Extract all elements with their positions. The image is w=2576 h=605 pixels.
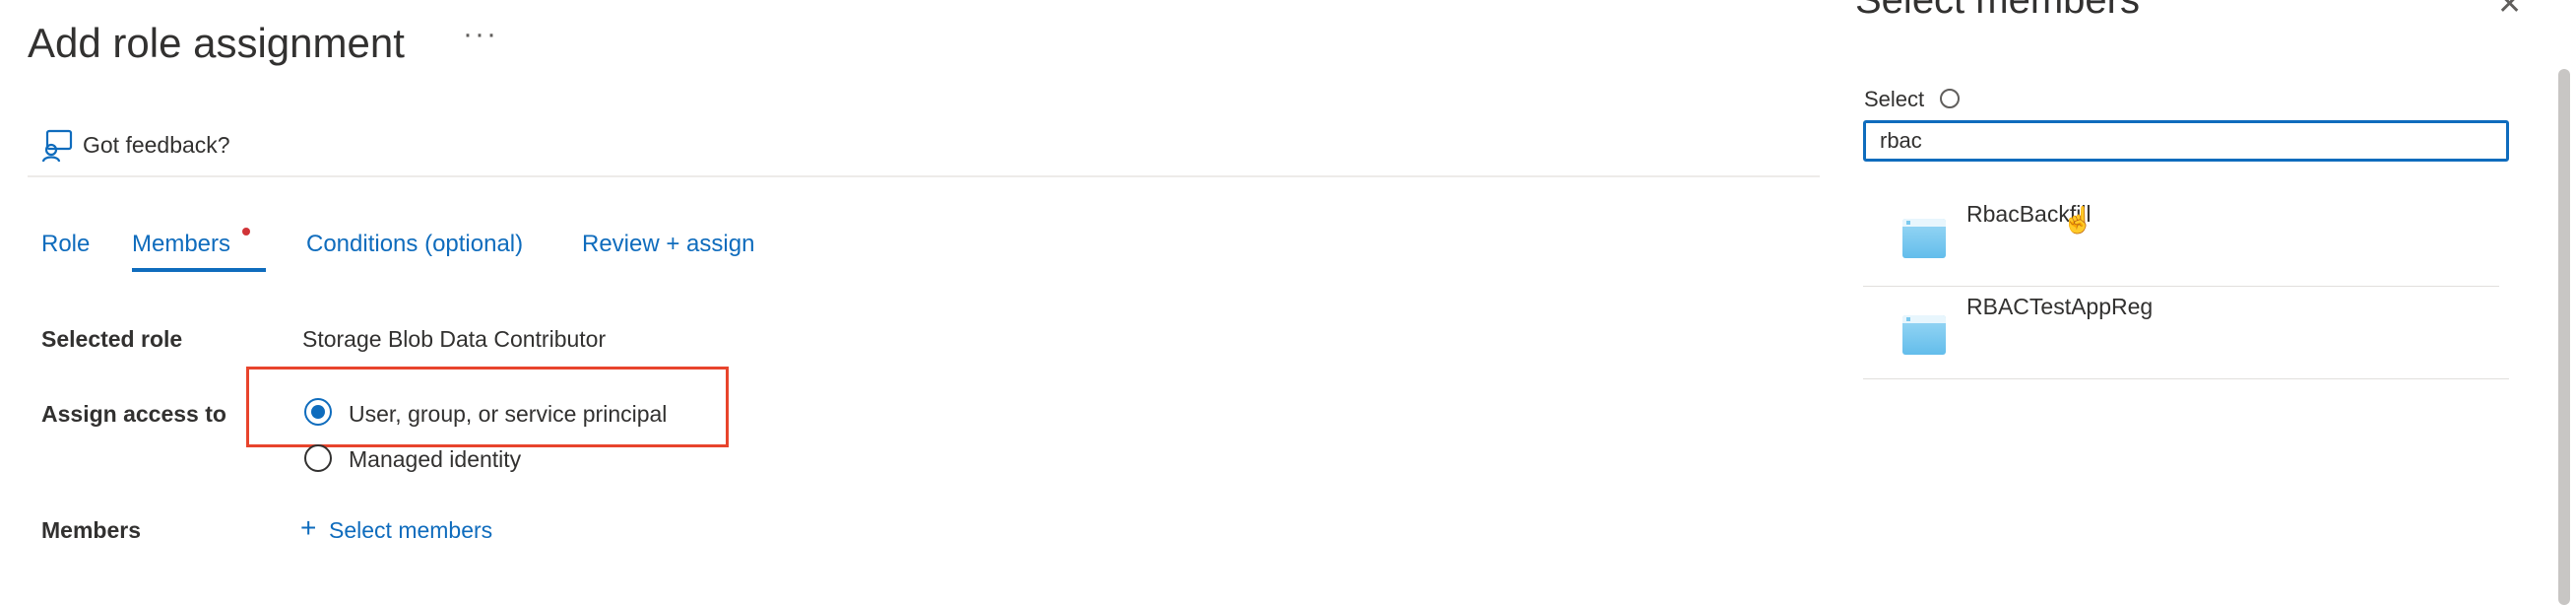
- plus-icon: +: [300, 512, 317, 543]
- more-options-button[interactable]: ···: [463, 18, 498, 51]
- page-title: Add role assignment: [28, 20, 405, 66]
- radio-managed-identity[interactable]: [304, 444, 332, 472]
- result-item-rbactestappreg[interactable]: RBACTestAppReg: [1863, 286, 2499, 376]
- select-members-link[interactable]: Select members: [329, 517, 492, 544]
- tab-conditions[interactable]: Conditions (optional): [306, 231, 523, 258]
- tab-review-assign[interactable]: Review + assign: [582, 231, 754, 258]
- info-icon: [1940, 89, 1960, 108]
- close-icon[interactable]: ✕: [2497, 0, 2522, 20]
- select-members-pane-title: Select members: [1855, 0, 2140, 22]
- radio-managed-identity-label: Managed identity: [349, 446, 522, 472]
- selected-role-label: Selected role: [41, 326, 183, 352]
- select-label: Select: [1864, 87, 1925, 111]
- member-search-input[interactable]: [1863, 120, 2509, 162]
- selected-role-value: Storage Blob Data Contributor: [302, 326, 607, 352]
- pointer-cursor-icon: ☝: [2062, 205, 2094, 235]
- radio-user-group-label: User, group, or service principal: [349, 401, 668, 427]
- header-divider: [28, 175, 1820, 177]
- radio-user-group-service-principal[interactable]: [304, 398, 332, 426]
- app-registration-icon: [1902, 219, 1946, 258]
- feedback-icon[interactable]: [39, 128, 75, 164]
- results-bottom-separator: [1863, 378, 2509, 379]
- tab-members-underline: [132, 268, 266, 272]
- app-registration-icon: [1902, 315, 1946, 355]
- tab-members[interactable]: Members: [132, 231, 230, 258]
- tab-members-error-dot: [242, 228, 250, 235]
- result-name: RBACTestAppReg: [1966, 294, 2154, 319]
- members-label: Members: [41, 517, 141, 543]
- pane-scrollbar[interactable]: [2558, 69, 2570, 605]
- feedback-link[interactable]: Got feedback?: [83, 132, 230, 159]
- tab-role[interactable]: Role: [41, 231, 90, 258]
- assign-access-label: Assign access to: [41, 401, 226, 427]
- result-item-rbacbackfill[interactable]: RbacBackfill: [1863, 185, 2499, 276]
